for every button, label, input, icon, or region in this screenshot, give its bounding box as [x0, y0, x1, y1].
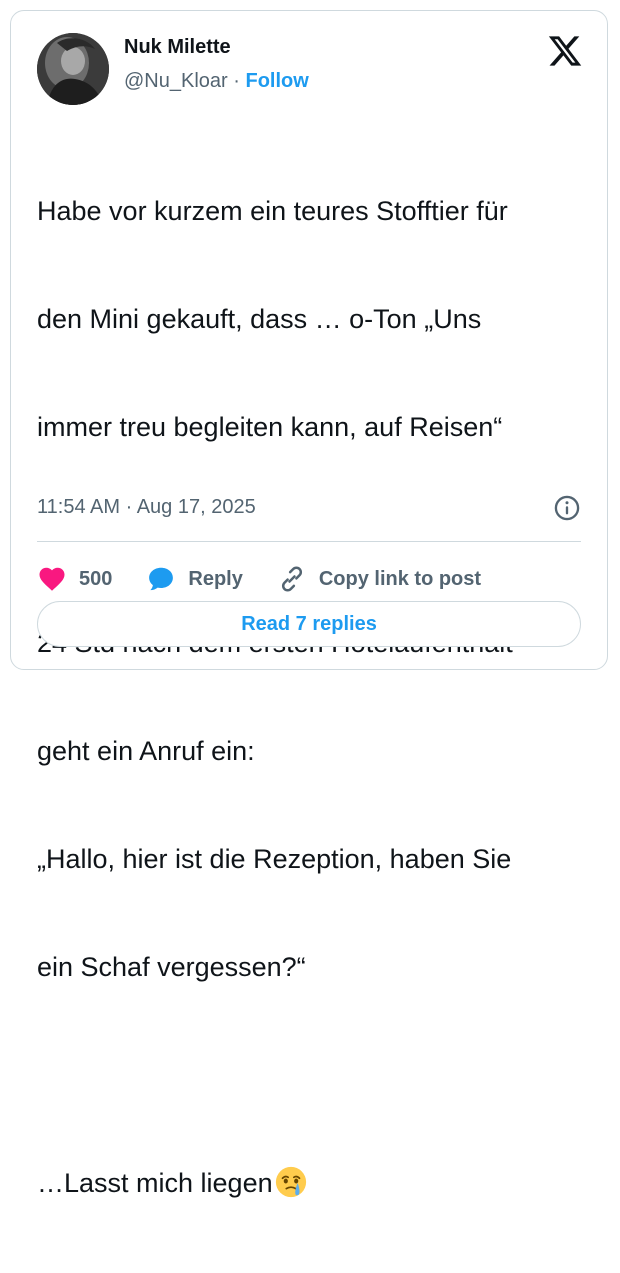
author-handle[interactable]: @Nu_Kloar: [124, 70, 228, 92]
reply-button[interactable]: Reply: [146, 564, 243, 594]
read-replies-button[interactable]: Read 7 replies: [37, 601, 581, 647]
heart-icon: [39, 567, 65, 591]
post-line-last: …Lasst mich liegen: [37, 1165, 597, 1201]
copy-link-label: Copy link to post: [318, 567, 482, 590]
avatar[interactable]: [37, 33, 109, 105]
post-date: Aug 17, 2025: [136, 496, 256, 518]
post-line: [37, 1057, 597, 1093]
reply-label: Reply: [188, 567, 243, 590]
post-line: [37, 517, 597, 553]
post-line: …Lasst mich liegen: [37, 1168, 273, 1198]
divider: [37, 541, 581, 542]
post-line: Habe vor kurzem ein teures Stofftier für: [37, 196, 508, 226]
follow-button[interactable]: Follow: [245, 70, 308, 92]
likes-count: 500: [79, 567, 113, 590]
x-logo-icon[interactable]: [547, 33, 583, 69]
link-icon: [281, 566, 302, 592]
post-time: 11:54 AM: [37, 496, 121, 518]
post-text: Habe vor kurzem ein teures Stofftier für…: [37, 121, 597, 1273]
post-card: Nuk Milette @Nu_Kloar · Follow Habe vor …: [10, 10, 608, 1198]
author-name[interactable]: Nuk Milette: [124, 36, 231, 59]
like-button[interactable]: 500: [37, 564, 112, 594]
info-icon[interactable]: [553, 494, 581, 522]
post-line: ein Schaf vergessen?“: [37, 952, 306, 982]
action-bar: 500 Reply Copy link to post: [37, 559, 515, 599]
post-line: den Mini gekauft, dass … o-Ton „Uns: [37, 304, 482, 334]
meta-separator: ·: [125, 496, 133, 518]
handle-separator: ·: [233, 70, 240, 92]
post-line: immer treu begleiten kann, auf Reisen“: [37, 412, 503, 442]
speech-bubble-icon: [149, 567, 174, 591]
post-line: „Hallo, hier ist die Rezeption, haben Si…: [37, 844, 512, 874]
face-holding-back-tears-icon: [275, 1166, 306, 1198]
post-timestamp[interactable]: 11:54 AM · Aug 17, 2025: [37, 496, 256, 519]
post-line: geht ein Anruf ein:: [37, 736, 255, 766]
copy-link-button[interactable]: Copy link to post: [277, 564, 481, 594]
author-handle-row: @Nu_Kloar · Follow: [124, 70, 309, 93]
